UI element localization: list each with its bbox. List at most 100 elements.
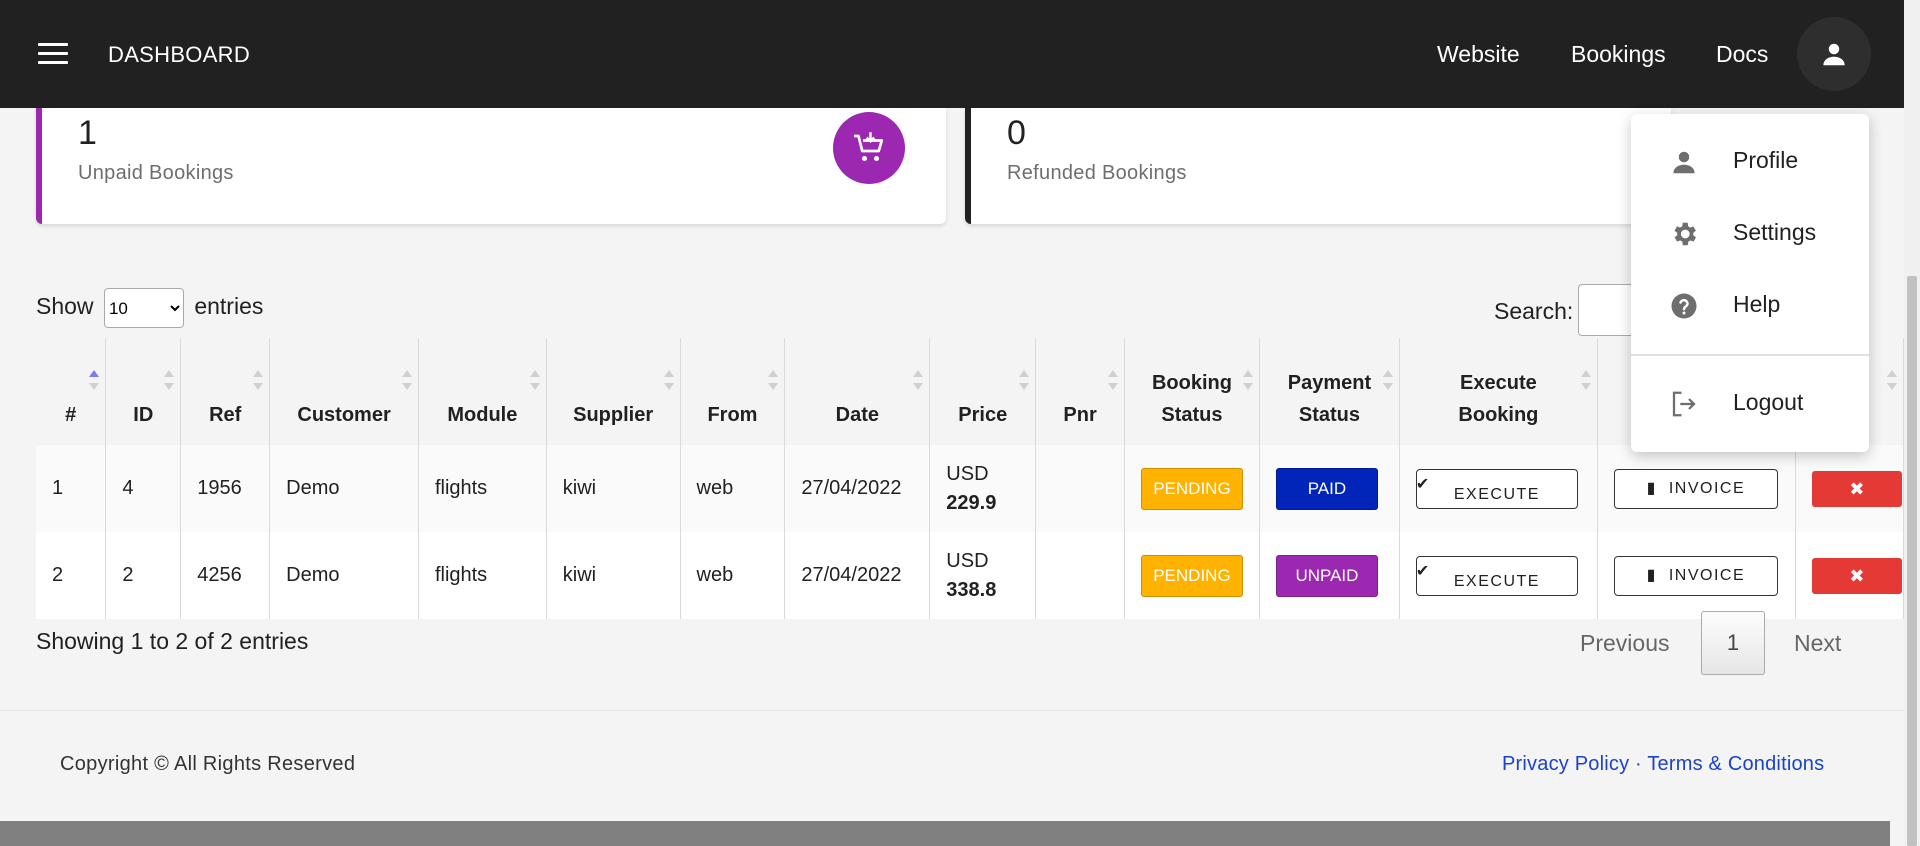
menu-divider [1631, 354, 1869, 356]
cell-supplier: kiwi [546, 445, 681, 532]
col-header-customer[interactable]: Customer [269, 338, 419, 445]
page-scrollbar[interactable] [1904, 0, 1920, 846]
cell-price: USD 229.9 [929, 445, 1037, 532]
check-icon: ✔ [1415, 562, 1431, 580]
person-icon [1673, 151, 1695, 174]
document-icon: ▮ [1646, 479, 1657, 497]
next-page-button[interactable]: Next [1794, 630, 1841, 657]
cell-price: USD 338.8 [929, 532, 1037, 619]
booking-status-select[interactable]: PENDING [1140, 467, 1243, 510]
delete-button[interactable]: ✖ [1811, 557, 1902, 594]
sort-icon [1887, 370, 1897, 390]
account-icon [1823, 43, 1845, 66]
menu-item-settings[interactable]: Settings [1631, 203, 1869, 263]
table-row: 2 2 4256 Demo flights kiwi web 27/04/202… [36, 532, 1905, 619]
invoice-button[interactable]: ▮ INVOICE [1613, 468, 1778, 509]
table-row: 1 4 1956 Demo flights kiwi web 27/04/202… [36, 445, 1905, 532]
invoice-button[interactable]: ▮ INVOICE [1613, 555, 1778, 596]
sort-icon [529, 370, 540, 390]
nav-docs-link[interactable]: Docs [1716, 41, 1768, 68]
check-icon: ✔ [1415, 475, 1431, 493]
cart-icon [833, 112, 905, 184]
brand-title[interactable]: DASHBOARD [108, 42, 250, 68]
privacy-policy-link[interactable]: Privacy Policy [1502, 753, 1629, 775]
terms-link[interactable]: Terms & Conditions [1647, 753, 1824, 775]
cell-date: 27/04/2022 [784, 445, 931, 532]
scrollbar-thumb[interactable] [1907, 276, 1917, 846]
cell-payment-status: UNPAID [1259, 532, 1400, 619]
cell-ref: 4256 [180, 532, 271, 619]
sort-icon [768, 370, 779, 390]
col-header-pnr[interactable]: Pnr [1035, 338, 1125, 445]
sort-icon [1382, 370, 1393, 390]
col-header-date[interactable]: Date [784, 338, 931, 445]
unpaid-bookings-card: 1 Unpaid Bookings [36, 108, 946, 224]
entries-label: entries [194, 293, 264, 320]
cell-customer: Demo [269, 532, 419, 619]
user-dropdown-menu: Profile Settings Help Logout [1631, 114, 1869, 452]
footer-links: Privacy Policy · Terms & Conditions [1502, 753, 1824, 776]
nav-website-link[interactable]: Website [1437, 41, 1520, 68]
refunded-bookings-label: Refunded Bookings [1007, 162, 1187, 184]
cell-date: 27/04/2022 [784, 532, 931, 619]
previous-page-button[interactable]: Previous [1580, 630, 1669, 657]
table-info: Showing 1 to 2 of 2 entries [36, 628, 309, 654]
hamburger-menu-icon[interactable] [38, 43, 68, 65]
execute-button[interactable]: ✔ EXECUTE [1415, 468, 1578, 509]
col-header-booking-status[interactable]: Booking Status [1124, 338, 1260, 445]
sort-icon [1019, 370, 1030, 390]
cell-num: 1 [36, 445, 107, 532]
col-header-num[interactable]: # [36, 338, 107, 445]
user-account-button[interactable] [1797, 17, 1871, 91]
col-header-id[interactable]: ID [105, 338, 182, 445]
cell-execute: ✔ EXECUTE [1399, 445, 1598, 532]
sort-asc-icon [89, 370, 100, 390]
cell-payment-status: PAID [1259, 445, 1400, 532]
cell-delete: ✖ [1795, 445, 1905, 532]
sort-icon [401, 370, 412, 390]
cell-delete: ✖ [1795, 532, 1905, 619]
gear-icon [1674, 222, 1696, 246]
menu-item-help[interactable]: Help [1631, 275, 1869, 335]
cell-module: flights [418, 532, 547, 619]
menu-item-profile[interactable]: Profile [1631, 131, 1869, 191]
sort-icon [1242, 370, 1253, 390]
col-header-supplier[interactable]: Supplier [546, 338, 681, 445]
cell-num: 2 [36, 532, 107, 619]
cell-ref: 1956 [180, 445, 271, 532]
refunded-bookings-card: 0 Refunded Bookings [965, 108, 1671, 224]
sort-icon [663, 370, 674, 390]
menu-item-label: Logout [1733, 389, 1804, 415]
search-label: Search: [1494, 298, 1574, 324]
copyright-text: Copyright © All Rights Reserved [60, 753, 356, 775]
sort-icon [253, 370, 264, 390]
cell-from: web [680, 532, 786, 619]
payment-status-select[interactable]: PAID [1275, 467, 1378, 510]
unpaid-bookings-count: 1 [78, 114, 97, 152]
help-icon [1671, 293, 1697, 319]
cell-customer: Demo [269, 445, 419, 532]
col-header-execute-booking[interactable]: Execute Booking [1399, 338, 1598, 445]
col-header-payment-status[interactable]: Payment Status [1259, 338, 1400, 445]
menu-item-label: Profile [1733, 147, 1799, 173]
payment-status-select[interactable]: UNPAID [1275, 554, 1378, 597]
col-header-price[interactable]: Price [929, 338, 1037, 445]
menu-item-logout[interactable]: Logout [1631, 373, 1869, 433]
cell-supplier: kiwi [546, 532, 681, 619]
execute-button[interactable]: ✔ EXECUTE [1415, 555, 1578, 596]
col-header-from[interactable]: From [680, 338, 786, 445]
cell-execute: ✔ EXECUTE [1399, 532, 1598, 619]
nav-bookings-link[interactable]: Bookings [1571, 41, 1666, 68]
page-1-button[interactable]: 1 [1701, 611, 1765, 675]
booking-status-select[interactable]: PENDING [1140, 554, 1243, 597]
footer-divider [0, 710, 1904, 711]
page-length-control: Show 10 entries [36, 288, 263, 328]
sort-icon [1580, 370, 1591, 390]
page-length-select[interactable]: 10 [103, 288, 184, 328]
col-header-ref[interactable]: Ref [180, 338, 271, 445]
cell-booking-status: PENDING [1124, 532, 1260, 619]
cell-pnr [1035, 532, 1125, 619]
show-label: Show [36, 293, 94, 320]
col-header-module[interactable]: Module [418, 338, 547, 445]
delete-button[interactable]: ✖ [1811, 470, 1902, 507]
